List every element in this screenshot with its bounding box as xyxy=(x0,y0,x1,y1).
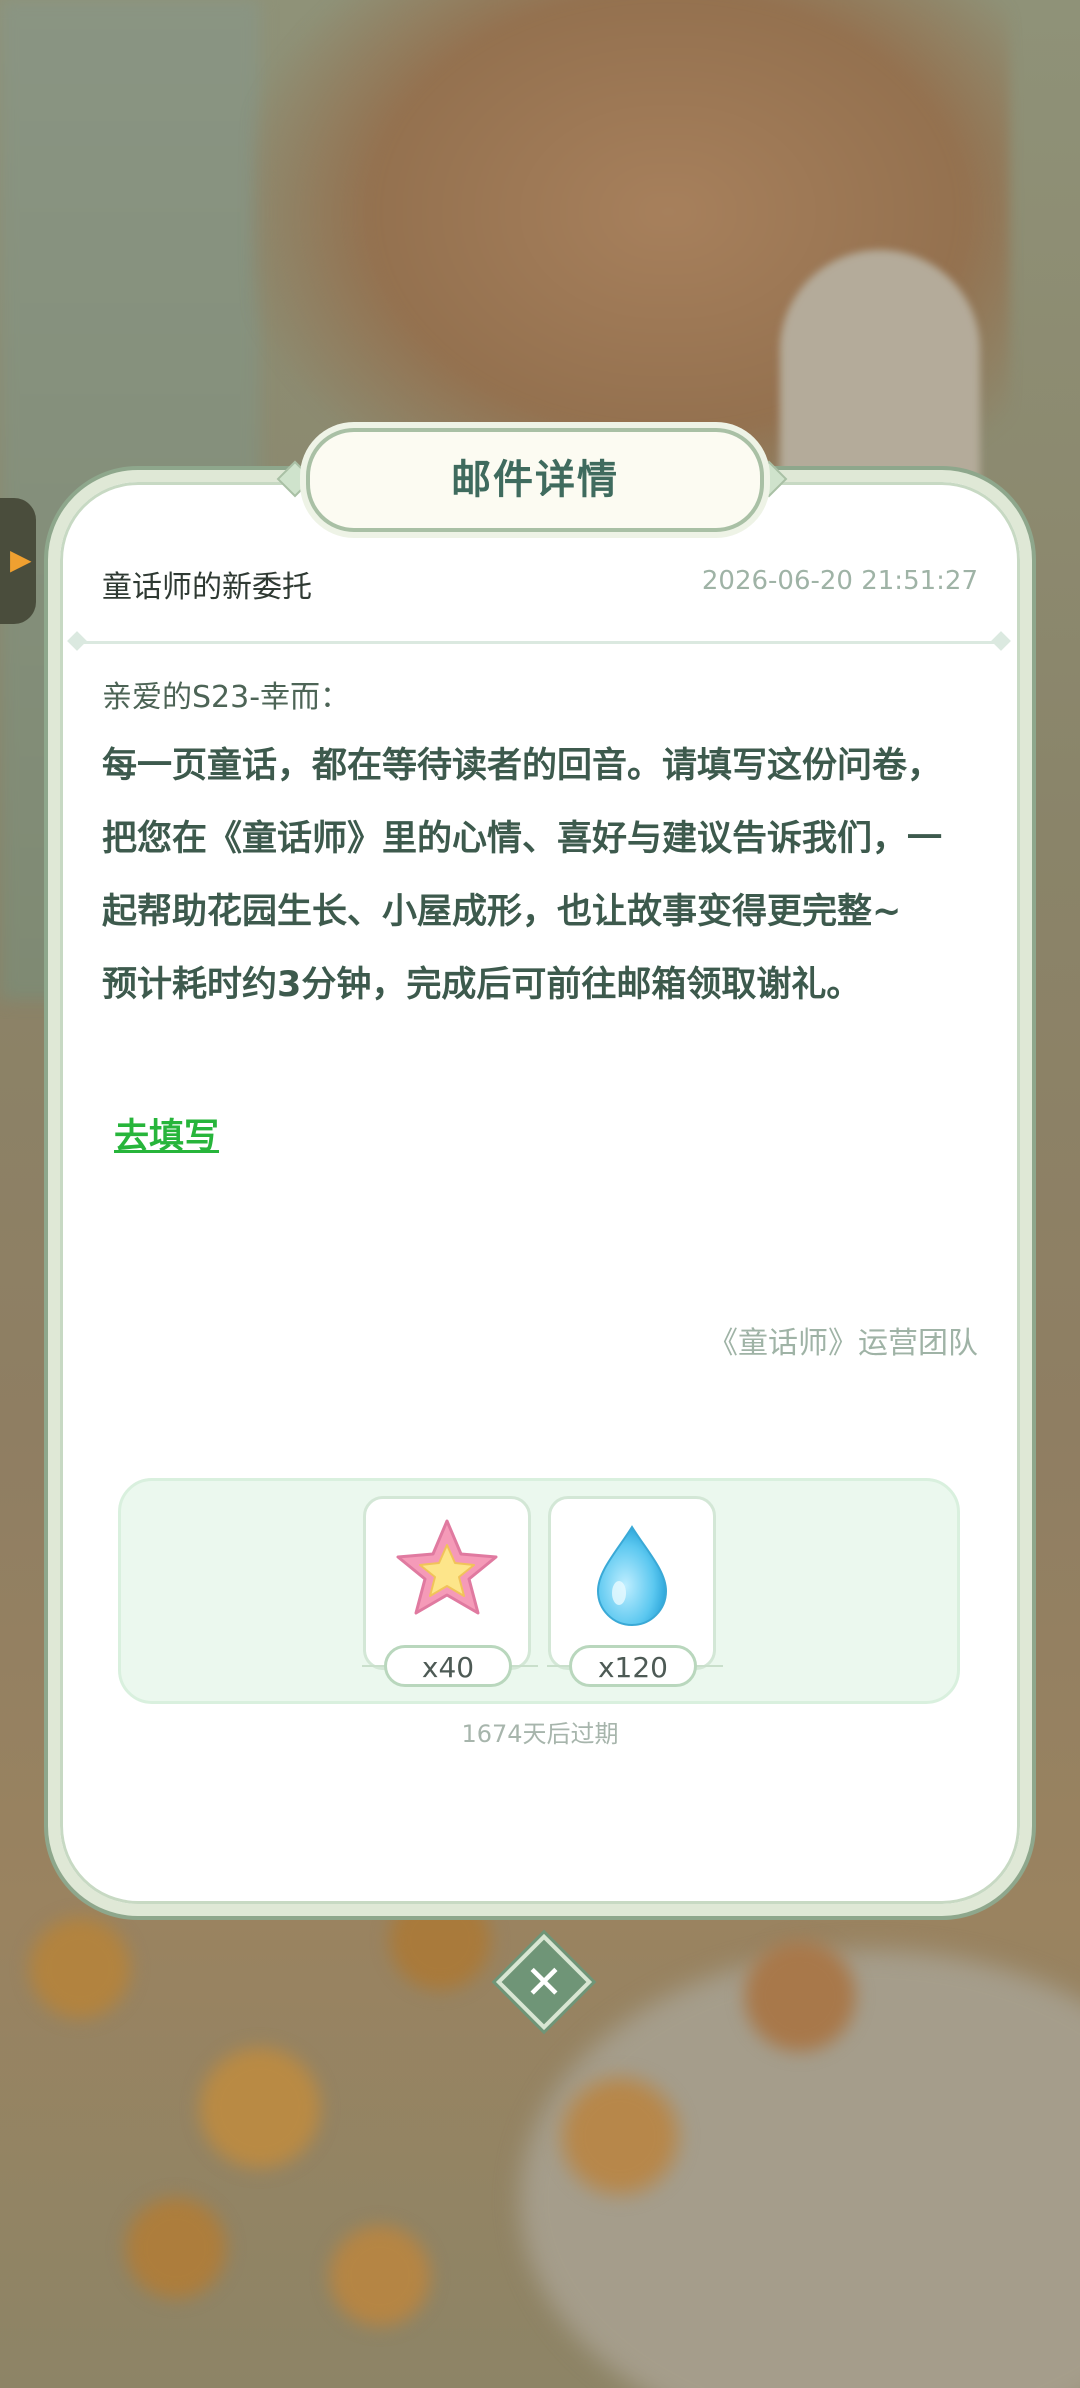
close-icon[interactable]: ✕ xyxy=(510,1948,578,2016)
reward-quantity: x40 xyxy=(384,1645,512,1687)
divider xyxy=(76,641,1000,644)
mail-subject: 童话师的新委托 xyxy=(102,570,312,605)
mail-greeting: 亲爱的S23-幸而： xyxy=(102,680,351,715)
reward-quantity: x120 xyxy=(569,1645,697,1687)
reward-item-water[interactable]: x120 xyxy=(547,1496,723,1687)
dialog-title: 邮件详情 xyxy=(451,457,619,503)
side-panel-tab[interactable]: ▶ xyxy=(0,498,36,624)
chevron-right-icon: ▶ xyxy=(10,543,32,576)
reward-panel xyxy=(118,1478,960,1704)
mail-body: 每一页童话，都在等待读者的回音。请填写这份问卷，把您在《童话师》里的心情、喜好与… xyxy=(102,730,962,1022)
fill-survey-link[interactable]: 去填写 xyxy=(114,1108,219,1159)
mail-signature: 《童话师》运营团队 xyxy=(708,1326,978,1361)
expiry-text: 1674天后过期 xyxy=(461,1720,619,1748)
pink-star-icon xyxy=(396,1519,498,1615)
mail-paragraph: 每一页童话，都在等待读者的回音。请填写这份问卷，把您在《童话师》里的心情、喜好与… xyxy=(102,746,943,932)
mail-timestamp: 2026-06-20 21:51:27 xyxy=(701,566,978,596)
mail-paragraph: 预计耗时约3分钟，完成后可前往邮箱领取谢礼。 xyxy=(102,965,862,1005)
reward-item-star[interactable]: x40 xyxy=(362,1496,538,1687)
water-drop-icon xyxy=(596,1525,668,1626)
dialog-title-plaque: 邮件详情 xyxy=(306,428,764,532)
